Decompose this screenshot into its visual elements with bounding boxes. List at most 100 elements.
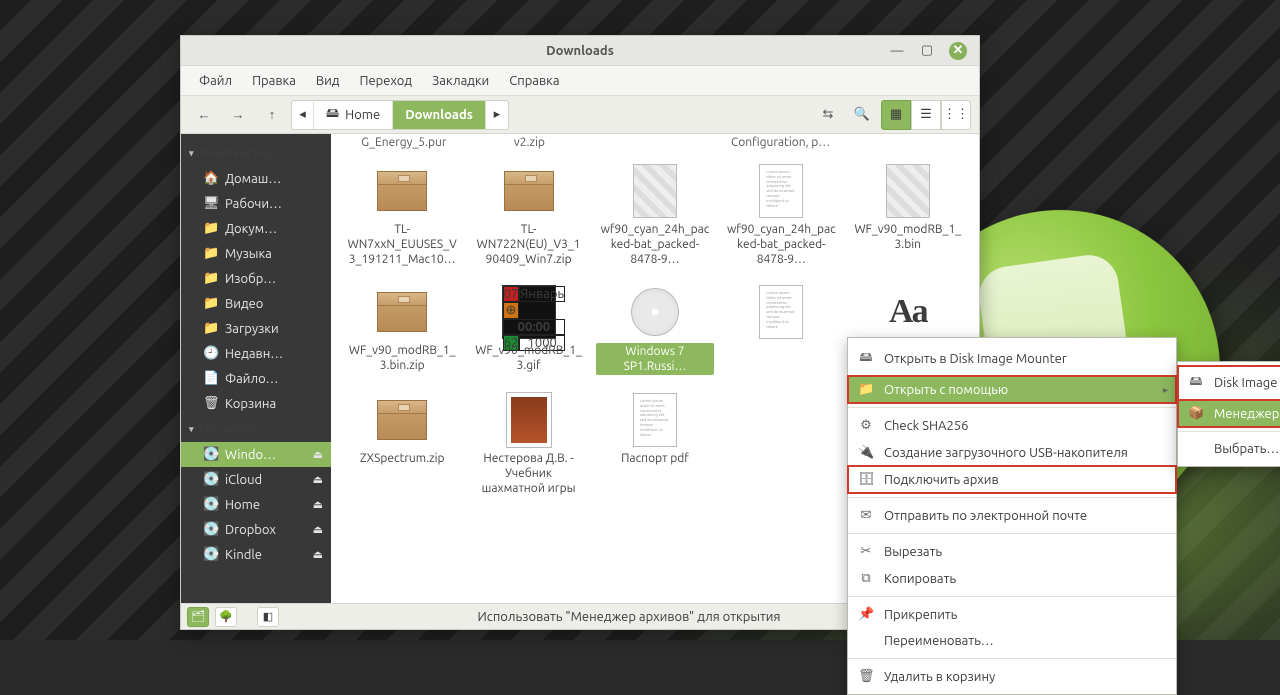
context-submenu-open-with: 🖴Disk Image Writer 📦Менеджер архивов Выб…	[1177, 361, 1280, 467]
file-icon	[371, 391, 433, 449]
menu-bookmarks[interactable]: Закладки	[424, 70, 497, 92]
eject-icon[interactable]: ⏏	[313, 498, 323, 511]
file-label: TL-WN722N(EU)_V3_190409_Win7.zip	[469, 222, 587, 267]
sidebar-item[interactable]: 🕘Недавн…	[181, 341, 331, 366]
sidebar-item[interactable]: 📁Докум…	[181, 216, 331, 241]
sidebar-item-icon: 📁	[203, 321, 217, 336]
sidebar-item[interactable]: 📁Видео	[181, 291, 331, 316]
back-button[interactable]: ←	[189, 100, 219, 130]
sidebar-item[interactable]: 📁 Музыка	[181, 241, 331, 266]
sidebar-item-icon: 📁	[203, 221, 217, 236]
sidebar-item[interactable]: 🏠Домаш…	[181, 166, 331, 191]
sidebar-tree-toggle[interactable]: 🌳	[215, 607, 237, 627]
sidebar-item[interactable]: 📁Загрузки	[181, 316, 331, 341]
sidebar-item-label: Home	[225, 498, 260, 512]
view-icons-button[interactable]: ▦	[881, 100, 911, 130]
ctx-open-mounter[interactable]: 🖴Открыть в Disk Image Mounter	[848, 342, 1176, 376]
ctx-send-mail[interactable]: ✉Отправить по электронной почте	[848, 502, 1176, 529]
ctx-mount-archive[interactable]: 🗄Подключить архив	[848, 466, 1176, 493]
archive-icon: 🗄	[858, 472, 874, 487]
eject-icon[interactable]: ⏏	[313, 523, 323, 536]
file-item[interactable]: Windows 7 SP1.Russi…	[594, 279, 716, 379]
file-icon: Lorem ipsum dolor sit amet consectetur a…	[750, 162, 812, 220]
menu-go[interactable]: Переход	[351, 70, 420, 92]
sidebar-places-toggle[interactable]: 🗂	[187, 607, 209, 627]
menu-help[interactable]: Справка	[501, 70, 567, 92]
sidebar-item-label: Windo…	[225, 448, 276, 462]
view-list-button[interactable]: ☰	[911, 100, 941, 130]
view-compact-button[interactable]: ⋮⋮	[941, 100, 971, 130]
menu-file[interactable]: Файл	[191, 70, 240, 92]
pin-icon: 📌	[858, 607, 874, 622]
trash-icon: 🗑	[858, 669, 874, 684]
file-icon	[624, 283, 686, 341]
separator	[848, 533, 1176, 534]
sidebar-item[interactable]: 💽Dropbox⏏	[181, 517, 331, 542]
menu-view[interactable]: Вид	[308, 70, 348, 92]
ctx-rename[interactable]: Переименовать…	[848, 628, 1176, 654]
separator	[1178, 431, 1280, 432]
ctx-make-usb[interactable]: 🔌Создание загрузочного USB-накопителя	[848, 439, 1176, 466]
sidebar-item-label: Музыка	[225, 247, 272, 261]
file-item[interactable]: Lorem ipsum dolor sit amet consectetur a…	[594, 387, 716, 501]
sub-archive-manager[interactable]: 📦Менеджер архивов	[1178, 400, 1280, 427]
sidebar-item[interactable]: 📁Изобр…	[181, 266, 331, 291]
sub-choose[interactable]: Выбрать…	[1178, 436, 1280, 462]
path-home[interactable]: 🖴 Home	[314, 101, 393, 129]
ctx-copy[interactable]: ⧉Копировать	[848, 565, 1176, 592]
forward-button[interactable]: →	[223, 100, 253, 130]
sidebar-section-computer[interactable]: ▾Компьютер	[181, 140, 331, 166]
ctx-cut[interactable]: ✂Вырезать	[848, 538, 1176, 565]
file-item[interactable]: TL-WN722N(EU)_V3_190409_Win7.zip	[467, 158, 589, 271]
path-back-icon[interactable]: ◂	[292, 101, 314, 129]
sidebar-item[interactable]: 🗑Корзина	[181, 391, 331, 416]
sidebar-item-label: Видео	[225, 297, 263, 311]
ctx-check-sha[interactable]: ⚙Check SHA256	[848, 412, 1176, 439]
file-label: TL-WN7xxN_EUUSES_V3_191211_Mac10…	[343, 222, 461, 267]
titlebar[interactable]: Downloads ― ▢ ✕	[181, 36, 979, 66]
file-item[interactable]: WF_v90_modRB_1_3.bin.zip	[341, 279, 463, 379]
sidebar-item[interactable]: 💽Kindle⏏	[181, 542, 331, 567]
file-label: ZXSpectrum.zip	[356, 451, 449, 466]
sidebar-item[interactable]: 💽Windo…⏏	[181, 442, 331, 467]
sidebar-item[interactable]: 🖥Рабочи…	[181, 191, 331, 216]
scissors-icon: ✂	[858, 544, 874, 559]
file-icon	[877, 162, 939, 220]
ctx-trash[interactable]: 🗑Удалить в корзину	[848, 663, 1176, 690]
file-item[interactable]: TL-WN7xxN_EUUSES_V3_191211_Mac10…	[341, 158, 463, 271]
search-button[interactable]: 🔍	[847, 100, 877, 130]
sidebar-item-icon: 📁	[203, 246, 217, 261]
file-item[interactable]: Lorem ipsum dolor sit amet consectetur a…	[720, 279, 842, 379]
path-fwd-icon[interactable]: ▸	[486, 101, 508, 129]
eject-icon[interactable]: ⏏	[313, 448, 323, 461]
drive-icon: 🖴	[326, 104, 339, 126]
file-item[interactable]: Lorem ipsum dolor sit amet consectetur a…	[720, 158, 842, 271]
sidebar-item-label: Изобр…	[225, 272, 276, 286]
package-icon: 📦	[1188, 406, 1204, 421]
sidebar-item[interactable]: 📄Файло…	[181, 366, 331, 391]
eject-icon[interactable]: ⏏	[313, 473, 323, 486]
path-current[interactable]: Downloads	[393, 101, 486, 129]
file-icon	[624, 162, 686, 220]
file-item[interactable]: wf90_cyan_24h_packed-bat_packed-8478-9…	[594, 158, 716, 271]
sidebar-section-media[interactable]: ▾Носители	[181, 416, 331, 442]
menu-edit[interactable]: Правка	[244, 70, 304, 92]
sidebar-item-icon: 💽	[203, 522, 217, 537]
eject-icon[interactable]: ⏏	[313, 548, 323, 561]
ctx-pin[interactable]: 📌Прикрепить	[848, 601, 1176, 628]
ctx-open-with[interactable]: 📁Открыть с помощью▸	[848, 376, 1176, 403]
up-button[interactable]: ↑	[257, 100, 287, 130]
toggle-location-button[interactable]: ⇆	[813, 100, 843, 130]
file-label: wf90_cyan_24h_packed-bat_packed-8478-9…	[722, 222, 840, 267]
file-item[interactable]: ZXSpectrum.zip	[341, 387, 463, 501]
sub-disk-image-writer[interactable]: 🖴Disk Image Writer	[1178, 366, 1280, 400]
window-title: Downloads	[181, 44, 979, 58]
file-item[interactable]: Нестерова Д.В. - Учебник шахматной игры …	[467, 387, 589, 501]
sidebar-item[interactable]: 💽iCloud⏏	[181, 467, 331, 492]
sidebar-item[interactable]: 💽 Home ⏏	[181, 492, 331, 517]
sidebar-item-icon: 💽	[203, 497, 217, 512]
file-item[interactable]: 07Январь⊕00:00621000WF_v90_modRB_1_3.gif	[467, 279, 589, 379]
file-item[interactable]: WF_v90_modRB_1_3.bin	[847, 158, 969, 271]
sidebar-hide-toggle[interactable]: ◧	[257, 607, 279, 627]
separator	[848, 658, 1176, 659]
